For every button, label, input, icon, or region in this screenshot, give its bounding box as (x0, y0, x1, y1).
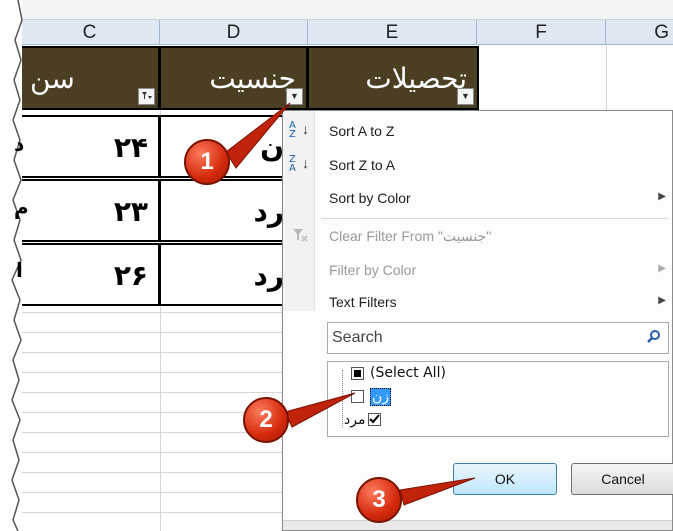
callout-step-1: 1 (184, 139, 230, 185)
callout-step-2: 2 (243, 397, 289, 443)
callout-step-3: 3 (356, 477, 402, 523)
callout-pointers (225, 102, 476, 506)
